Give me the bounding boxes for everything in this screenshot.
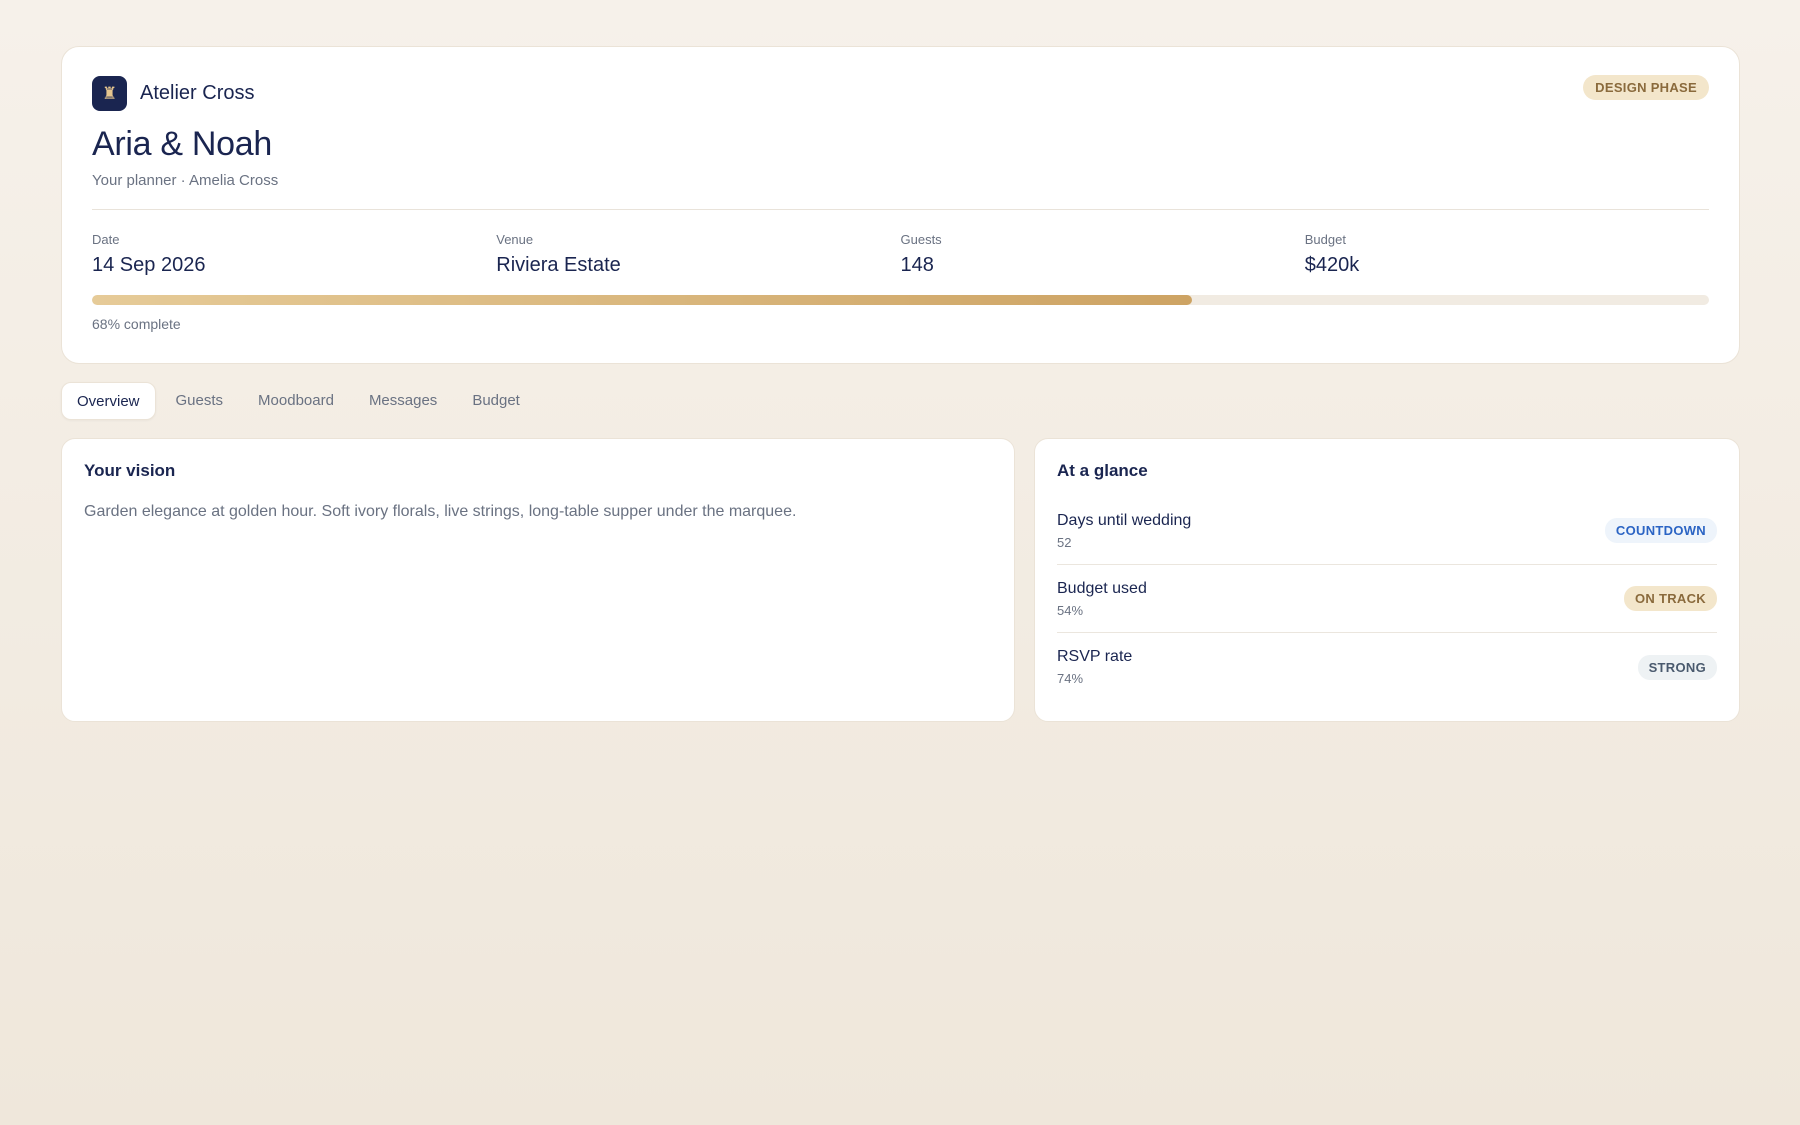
progress-fill	[92, 295, 1192, 305]
tab-moodboard[interactable]: Moodboard	[243, 382, 349, 420]
glance-row-budget: Budget used 54% ON TRACK	[1057, 565, 1717, 633]
stat-date: Date 14 Sep 2026	[92, 232, 496, 277]
divider	[92, 209, 1709, 210]
progress-label: 68% complete	[92, 316, 181, 332]
glance-row-text: Budget used 54%	[1057, 580, 1147, 618]
glance-row-label: Days until wedding	[1057, 511, 1192, 529]
at-a-glance-card: At a glance Days until wedding 52 COUNTD…	[1034, 438, 1740, 722]
progress-track	[92, 295, 1709, 305]
glance-row-value: 74%	[1057, 671, 1084, 686]
tab-overview[interactable]: Overview	[61, 382, 156, 420]
stat-budget: Budget $420k	[1305, 232, 1709, 277]
stat-label: Date	[92, 232, 120, 247]
glance-row-value: 52	[1057, 534, 1072, 550]
stat-guests: Guests 148	[901, 232, 1305, 277]
brand: ♜ Atelier Cross	[92, 75, 1709, 111]
stat-label: Venue	[496, 232, 534, 247]
glance-row-text: Days until wedding 52	[1057, 512, 1191, 550]
tab-guests[interactable]: Guests	[161, 382, 239, 420]
tab-bar: Overview Guests Moodboard Messages Budge…	[61, 382, 1740, 420]
brand-name: Atelier Cross	[140, 81, 255, 104]
status-badge: COUNTDOWN	[1604, 518, 1717, 543]
glance-row-days: Days until wedding 52 COUNTDOWN	[1057, 497, 1717, 565]
overview-panels: Your vision Garden elegance at golden ho…	[61, 438, 1740, 722]
stat-label: Guests	[900, 232, 942, 247]
glance-row-value: 54%	[1057, 602, 1084, 618]
vision-title: Your vision	[84, 461, 176, 480]
glance-title: At a glance	[1057, 461, 1148, 480]
vision-card: Your vision Garden elegance at golden ho…	[61, 438, 1015, 722]
stat-label: Budget	[1304, 232, 1346, 247]
stat-value: 148	[900, 254, 934, 276]
tab-budget[interactable]: Budget	[457, 382, 535, 420]
event-header-card: ♜ Atelier Cross DESIGN PHASE Aria & Noah…	[61, 46, 1740, 364]
glance-row-label: Budget used	[1057, 579, 1147, 597]
stat-value: $420k	[1304, 254, 1360, 276]
tab-messages[interactable]: Messages	[354, 382, 452, 420]
glance-row-label: RSVP rate	[1057, 648, 1133, 665]
stat-venue: Venue Riviera Estate	[496, 232, 900, 277]
planner-label: Your planner · Amelia Cross	[92, 172, 279, 189]
status-badge: STRONG	[1637, 654, 1717, 680]
couple-title: Aria & Noah	[92, 125, 273, 163]
status-badge: ON TRACK	[1623, 586, 1717, 611]
vision-text: Garden elegance at golden hour. Soft ivo…	[84, 503, 797, 520]
stat-value: 14 Sep 2026	[92, 254, 206, 276]
phase-badge: DESIGN PHASE	[1583, 75, 1709, 100]
glance-list: Days until wedding 52 COUNTDOWN Budget u…	[1057, 497, 1717, 701]
event-stats: Date 14 Sep 2026 Venue Riviera Estate Gu…	[92, 232, 1709, 277]
stat-value: Riviera Estate	[496, 254, 621, 276]
glance-row-rsvp: RSVP rate 74% STRONG	[1057, 633, 1717, 701]
cake-icon: ♜	[92, 75, 127, 111]
page: ♜ Atelier Cross DESIGN PHASE Aria & Noah…	[61, 46, 1740, 722]
glance-row-text: RSVP rate 74%	[1057, 648, 1132, 686]
